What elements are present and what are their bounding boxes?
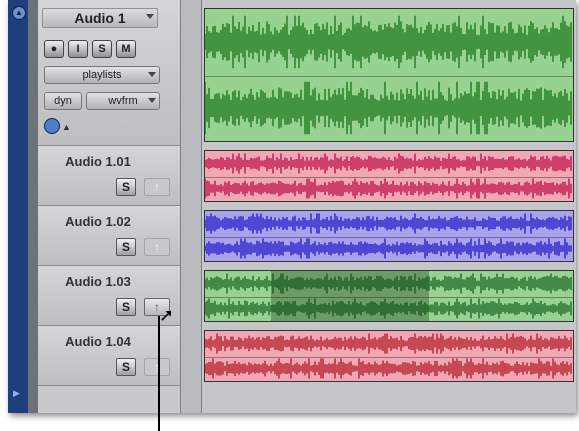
mouse-cursor-icon: ➚ — [159, 305, 175, 325]
input-monitor-button[interactable]: ↑ — [144, 358, 170, 376]
clip-divider — [205, 76, 573, 77]
track-name: Audio 1.02 — [65, 214, 131, 229]
audio-1-04-clip[interactable] — [204, 330, 574, 382]
track-name: Audio 1.03 — [65, 274, 131, 289]
chevron-down-icon[interactable] — [148, 98, 156, 103]
solo-button[interactable]: S — [116, 178, 136, 196]
solo-button[interactable]: S — [92, 40, 112, 58]
solo-button[interactable]: S — [116, 358, 136, 376]
view-label: wvfrm — [108, 95, 138, 107]
solo-button[interactable]: S — [116, 238, 136, 256]
waveform — [204, 15, 572, 135]
playlists-label: playlists — [82, 69, 122, 81]
track-name: Audio 1.04 — [65, 334, 131, 349]
record-button[interactable]: ● — [44, 40, 64, 58]
clip-divider — [205, 237, 573, 238]
edit-window: ▲ ▶ Audio 1 ● I S M playlists dyn wvfrm — [8, 0, 576, 413]
clip-divider — [205, 357, 573, 358]
track-name: Audio 1.01 — [65, 154, 131, 169]
small-triangle-icon[interactable]: ▲ — [62, 122, 71, 132]
track-name-field[interactable]: Audio 1 — [42, 8, 158, 28]
timeline-area[interactable] — [202, 0, 576, 413]
track-color-rail — [28, 0, 38, 413]
track-header-1-02: Audio 1.02 S ↑ — [38, 206, 180, 266]
edit-divider — [180, 0, 202, 413]
selection-highlight[interactable] — [271, 271, 430, 321]
automation-icon[interactable] — [44, 118, 60, 134]
waveform — [204, 213, 572, 259]
mute-button[interactable]: M — [116, 40, 136, 58]
audio-1-02-clip[interactable] — [204, 210, 574, 262]
solo-button[interactable]: S — [116, 298, 136, 316]
playlists-selector[interactable]: playlists — [44, 66, 160, 84]
input-monitor-button[interactable]: ↑ — [144, 178, 170, 196]
chevron-down-icon[interactable] — [146, 14, 154, 19]
audio-1-01-clip[interactable] — [204, 150, 574, 202]
waveform — [204, 153, 572, 199]
input-monitor-button[interactable]: ↑ — [144, 238, 170, 256]
scroll-right-arrow-icon[interactable]: ▶ — [13, 388, 20, 399]
track-scroll-strip[interactable]: ▲ ▶ — [8, 0, 28, 413]
timebase-selector[interactable]: dyn — [44, 92, 82, 110]
waveform — [204, 333, 572, 379]
view-selector[interactable]: wvfrm — [86, 92, 160, 110]
track-header-1-01: Audio 1.01 S ↑ — [38, 146, 180, 206]
scroll-up-icon[interactable]: ▲ — [12, 6, 26, 20]
track-header-main: Audio 1 ● I S M playlists dyn wvfrm ▲ — [38, 0, 206, 146]
callout-line — [158, 316, 160, 431]
audio-1-clip[interactable] — [204, 8, 574, 142]
timebase-label: dyn — [54, 95, 72, 107]
audio-1-03-clip[interactable] — [204, 270, 574, 322]
chevron-down-icon[interactable] — [148, 72, 156, 77]
clip-divider — [205, 177, 573, 178]
track-name-text: Audio 1 — [74, 10, 126, 26]
input-monitor-button[interactable]: I — [68, 40, 88, 58]
